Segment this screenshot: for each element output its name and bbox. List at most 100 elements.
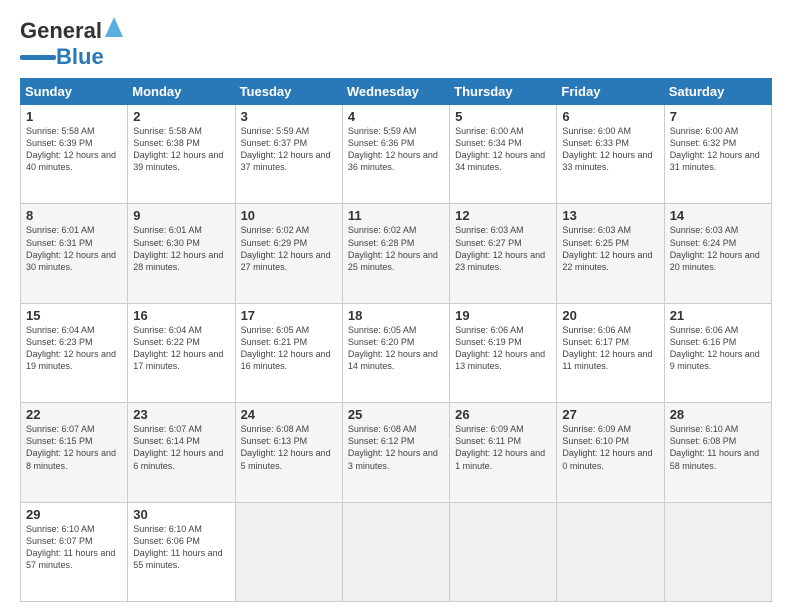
col-wednesday: Wednesday <box>342 79 449 105</box>
header: General Blue <box>20 18 772 70</box>
day-info: Sunrise: 6:06 AMSunset: 6:19 PMDaylight:… <box>455 325 545 371</box>
empty-cell <box>342 502 449 601</box>
day-info: Sunrise: 6:10 AMSunset: 6:06 PMDaylight:… <box>133 524 222 570</box>
day-number: 25 <box>348 407 444 422</box>
calendar-week-5: 29 Sunrise: 6:10 AMSunset: 6:07 PMDayligh… <box>21 502 772 601</box>
day-info: Sunrise: 6:07 AMSunset: 6:15 PMDaylight:… <box>26 424 116 470</box>
day-cell-23: 23 Sunrise: 6:07 AMSunset: 6:14 PMDayligh… <box>128 403 235 502</box>
day-number: 23 <box>133 407 229 422</box>
day-number: 9 <box>133 208 229 223</box>
day-info: Sunrise: 6:09 AMSunset: 6:10 PMDaylight:… <box>562 424 652 470</box>
day-info: Sunrise: 6:05 AMSunset: 6:20 PMDaylight:… <box>348 325 438 371</box>
calendar-week-1: 1 Sunrise: 5:58 AMSunset: 6:39 PMDaylight… <box>21 105 772 204</box>
day-info: Sunrise: 6:03 AMSunset: 6:25 PMDaylight:… <box>562 225 652 271</box>
day-info: Sunrise: 5:59 AMSunset: 6:37 PMDaylight:… <box>241 126 331 172</box>
day-cell-4: 4Sunrise: 5:59 AMSunset: 6:36 PMDaylight… <box>342 105 449 204</box>
logo-icon <box>105 17 123 37</box>
day-number: 8 <box>26 208 122 223</box>
day-cell-26: 26 Sunrise: 6:09 AMSunset: 6:11 PMDayligh… <box>450 403 557 502</box>
col-tuesday: Tuesday <box>235 79 342 105</box>
day-info: Sunrise: 6:08 AMSunset: 6:13 PMDaylight:… <box>241 424 331 470</box>
day-cell-3: 3Sunrise: 5:59 AMSunset: 6:37 PMDaylight… <box>235 105 342 204</box>
day-cell-30: 30 Sunrise: 6:10 AMSunset: 6:06 PMDayligh… <box>128 502 235 601</box>
day-cell-10: 10 Sunrise: 6:02 AMSunset: 6:29 PMDayligh… <box>235 204 342 303</box>
day-cell-9: 9 Sunrise: 6:01 AMSunset: 6:30 PMDaylight… <box>128 204 235 303</box>
day-cell-16: 16 Sunrise: 6:04 AMSunset: 6:22 PMDayligh… <box>128 303 235 402</box>
day-number: 18 <box>348 308 444 323</box>
day-cell-17: 17Sunrise: 6:05 AMSunset: 6:21 PMDayligh… <box>235 303 342 402</box>
col-monday: Monday <box>128 79 235 105</box>
calendar-week-2: 8Sunrise: 6:01 AMSunset: 6:31 PMDaylight… <box>21 204 772 303</box>
day-number: 26 <box>455 407 551 422</box>
col-friday: Friday <box>557 79 664 105</box>
day-number: 13 <box>562 208 658 223</box>
day-number: 2 <box>133 109 229 124</box>
day-number: 10 <box>241 208 337 223</box>
day-number: 29 <box>26 507 122 522</box>
calendar-week-4: 22 Sunrise: 6:07 AMSunset: 6:15 PMDayligh… <box>21 403 772 502</box>
day-number: 22 <box>26 407 122 422</box>
day-cell-25: 25 Sunrise: 6:08 AMSunset: 6:12 PMDayligh… <box>342 403 449 502</box>
page: General Blue Sunday Monday <box>0 0 792 612</box>
day-info: Sunrise: 6:01 AMSunset: 6:30 PMDaylight:… <box>133 225 223 271</box>
day-info: Sunrise: 5:58 AMSunset: 6:38 PMDaylight:… <box>133 126 223 172</box>
day-cell-14: 14Sunrise: 6:03 AMSunset: 6:24 PMDayligh… <box>664 204 771 303</box>
col-saturday: Saturday <box>664 79 771 105</box>
day-number: 12 <box>455 208 551 223</box>
day-cell-29: 29 Sunrise: 6:10 AMSunset: 6:07 PMDayligh… <box>21 502 128 601</box>
day-number: 15 <box>26 308 122 323</box>
day-cell-20: 20Sunrise: 6:06 AMSunset: 6:17 PMDayligh… <box>557 303 664 402</box>
day-info: Sunrise: 6:09 AMSunset: 6:11 PMDaylight:… <box>455 424 545 470</box>
day-cell-2: 2 Sunrise: 5:58 AMSunset: 6:38 PMDaylight… <box>128 105 235 204</box>
day-cell-8: 8Sunrise: 6:01 AMSunset: 6:31 PMDaylight… <box>21 204 128 303</box>
day-number: 16 <box>133 308 229 323</box>
calendar-table: Sunday Monday Tuesday Wednesday Thursday… <box>20 78 772 602</box>
day-info: Sunrise: 6:02 AMSunset: 6:29 PMDaylight:… <box>241 225 331 271</box>
day-info: Sunrise: 6:04 AMSunset: 6:22 PMDaylight:… <box>133 325 223 371</box>
day-info: Sunrise: 6:00 AMSunset: 6:33 PMDaylight:… <box>562 126 652 172</box>
day-info: Sunrise: 6:06 AMSunset: 6:16 PMDaylight:… <box>670 325 760 371</box>
day-cell-1: 1 Sunrise: 5:58 AMSunset: 6:39 PMDaylight… <box>21 105 128 204</box>
day-number: 28 <box>670 407 766 422</box>
logo: General Blue <box>20 18 123 70</box>
calendar-body: 1 Sunrise: 5:58 AMSunset: 6:39 PMDaylight… <box>21 105 772 602</box>
day-cell-7: 7 Sunrise: 6:00 AMSunset: 6:32 PMDaylight… <box>664 105 771 204</box>
day-info: Sunrise: 6:06 AMSunset: 6:17 PMDaylight:… <box>562 325 652 371</box>
day-number: 21 <box>670 308 766 323</box>
day-info: Sunrise: 6:00 AMSunset: 6:32 PMDaylight:… <box>670 126 760 172</box>
header-row: Sunday Monday Tuesday Wednesday Thursday… <box>21 79 772 105</box>
day-info: Sunrise: 6:07 AMSunset: 6:14 PMDaylight:… <box>133 424 223 470</box>
day-info: Sunrise: 6:10 AMSunset: 6:07 PMDaylight:… <box>26 524 115 570</box>
day-cell-5: 5Sunrise: 6:00 AMSunset: 6:34 PMDaylight… <box>450 105 557 204</box>
calendar: Sunday Monday Tuesday Wednesday Thursday… <box>20 78 772 602</box>
day-number: 24 <box>241 407 337 422</box>
day-number: 1 <box>26 109 122 124</box>
empty-cell <box>235 502 342 601</box>
day-info: Sunrise: 6:10 AMSunset: 6:08 PMDaylight:… <box>670 424 759 470</box>
day-number: 6 <box>562 109 658 124</box>
day-number: 5 <box>455 109 551 124</box>
day-info: Sunrise: 6:04 AMSunset: 6:23 PMDaylight:… <box>26 325 116 371</box>
day-cell-11: 11Sunrise: 6:02 AMSunset: 6:28 PMDayligh… <box>342 204 449 303</box>
logo-bar <box>20 55 56 60</box>
col-thursday: Thursday <box>450 79 557 105</box>
empty-cell <box>557 502 664 601</box>
day-number: 19 <box>455 308 551 323</box>
day-info: Sunrise: 5:58 AMSunset: 6:39 PMDaylight:… <box>26 126 116 172</box>
day-number: 30 <box>133 507 229 522</box>
empty-cell <box>450 502 557 601</box>
day-number: 11 <box>348 208 444 223</box>
day-info: Sunrise: 6:03 AMSunset: 6:27 PMDaylight:… <box>455 225 545 271</box>
day-cell-12: 12 Sunrise: 6:03 AMSunset: 6:27 PMDayligh… <box>450 204 557 303</box>
day-info: Sunrise: 6:08 AMSunset: 6:12 PMDaylight:… <box>348 424 438 470</box>
day-number: 27 <box>562 407 658 422</box>
day-cell-18: 18 Sunrise: 6:05 AMSunset: 6:20 PMDayligh… <box>342 303 449 402</box>
day-number: 7 <box>670 109 766 124</box>
calendar-week-3: 15 Sunrise: 6:04 AMSunset: 6:23 PMDayligh… <box>21 303 772 402</box>
day-cell-6: 6 Sunrise: 6:00 AMSunset: 6:33 PMDaylight… <box>557 105 664 204</box>
day-cell-28: 28 Sunrise: 6:10 AMSunset: 6:08 PMDayligh… <box>664 403 771 502</box>
day-cell-15: 15 Sunrise: 6:04 AMSunset: 6:23 PMDayligh… <box>21 303 128 402</box>
logo-blue: Blue <box>56 44 104 70</box>
day-info: Sunrise: 6:03 AMSunset: 6:24 PMDaylight:… <box>670 225 760 271</box>
day-number: 4 <box>348 109 444 124</box>
